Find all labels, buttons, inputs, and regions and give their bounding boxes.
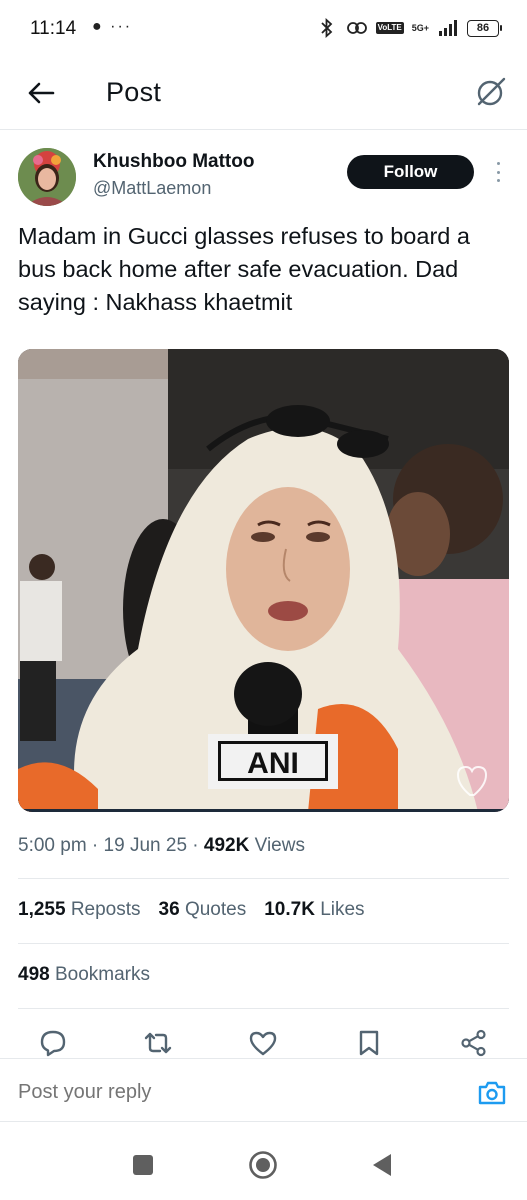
post-date: 19 Jun 25 bbox=[103, 835, 188, 856]
bookmark-button[interactable] bbox=[353, 1028, 385, 1058]
recents-button[interactable] bbox=[128, 1150, 158, 1180]
reposts-label: Reposts bbox=[70, 899, 141, 920]
post-meta: 5:00 pm · 19 Jun 25 · 492K Views bbox=[18, 835, 305, 856]
back-nav-button[interactable] bbox=[367, 1150, 397, 1180]
like-button[interactable] bbox=[247, 1028, 279, 1058]
home-circle-icon bbox=[249, 1151, 277, 1179]
quotes-label: Quotes bbox=[184, 899, 247, 920]
author-handle[interactable]: @MattLaemon bbox=[93, 178, 211, 199]
quotes-stat[interactable]: 36 Quotes bbox=[159, 899, 247, 921]
post-text: Madam in Gucci glasses refuses to board … bbox=[18, 223, 470, 315]
notification-icons: ● ··· bbox=[92, 18, 133, 35]
bluetooth-icon bbox=[316, 17, 338, 39]
status-bar: 11:14 ● ··· VoLTE 5G+ 86 bbox=[0, 0, 527, 58]
status-right-icons: VoLTE 5G+ 86 bbox=[316, 16, 502, 40]
network-type: 5G+ bbox=[411, 22, 429, 33]
video-progress-bar[interactable] bbox=[18, 809, 509, 812]
reposts-stat[interactable]: 1,255 Reposts bbox=[18, 899, 141, 921]
share-button[interactable] bbox=[458, 1028, 490, 1058]
system-nav-bar bbox=[0, 1124, 527, 1200]
bookmarks-stat[interactable]: 498 Bookmarks bbox=[18, 964, 150, 986]
repost-button[interactable] bbox=[142, 1028, 174, 1058]
link-icon bbox=[346, 17, 368, 39]
reply-icon bbox=[40, 1030, 66, 1057]
square-icon bbox=[133, 1155, 153, 1175]
arrow-left-icon bbox=[28, 82, 55, 104]
bookmarks-label: Bookmarks bbox=[54, 964, 151, 985]
mic-flag-label: ANI bbox=[247, 747, 299, 780]
post-video[interactable]: ANI bbox=[18, 349, 509, 812]
post-header: Post bbox=[0, 58, 527, 130]
likes-label: Likes bbox=[320, 899, 365, 920]
back-button[interactable] bbox=[24, 76, 58, 110]
page-title: Post bbox=[106, 77, 162, 107]
likes-count: 10.7K bbox=[264, 899, 315, 920]
quotes-count: 36 bbox=[158, 899, 180, 920]
views-label: Views bbox=[254, 835, 305, 856]
bookmarks-count: 498 bbox=[18, 964, 50, 985]
reposts-count: 1,255 bbox=[18, 899, 66, 920]
follow-button[interactable]: Follow bbox=[347, 155, 474, 189]
divider bbox=[18, 1008, 509, 1009]
engagement-stats: 1,255 Reposts 36 Quotes 10.7K Likes bbox=[18, 899, 365, 921]
author-name[interactable]: Khushboo Mattoo bbox=[93, 151, 254, 173]
action-bar bbox=[0, 1024, 527, 1060]
reply-button[interactable] bbox=[37, 1028, 69, 1058]
status-time: 11:14 bbox=[30, 18, 77, 39]
likes-stat[interactable]: 10.7K Likes bbox=[264, 899, 364, 921]
divider bbox=[18, 943, 509, 944]
home-button[interactable] bbox=[248, 1150, 278, 1180]
camera-icon bbox=[478, 1081, 506, 1105]
views-count: 492K bbox=[203, 835, 250, 856]
battery-indicator: 86 bbox=[467, 19, 502, 37]
avatar[interactable] bbox=[18, 148, 76, 206]
bookmark-icon bbox=[359, 1030, 379, 1056]
share-icon bbox=[461, 1029, 486, 1057]
more-options-icon[interactable] bbox=[488, 160, 508, 184]
like-icon bbox=[249, 1031, 277, 1056]
repost-icon bbox=[144, 1032, 172, 1054]
signal-icon bbox=[437, 17, 459, 39]
divider bbox=[18, 878, 509, 879]
reply-bar bbox=[0, 1058, 527, 1122]
post-time: 5:00 pm bbox=[18, 835, 87, 856]
camera-button[interactable] bbox=[477, 1079, 507, 1107]
grok-button[interactable] bbox=[473, 74, 509, 110]
volte-badge: VoLTE bbox=[375, 22, 404, 34]
grok-icon bbox=[477, 77, 506, 106]
triangle-back-icon bbox=[373, 1154, 391, 1176]
reply-input[interactable] bbox=[18, 1081, 438, 1104]
